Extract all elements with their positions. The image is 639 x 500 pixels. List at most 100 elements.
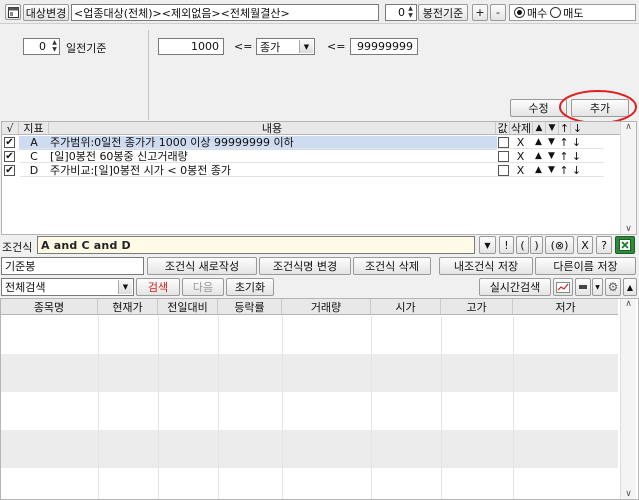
row-delete-button[interactable]: X [509,136,532,149]
row-move-down-button[interactable]: ↓ [570,150,583,163]
window-icon-button[interactable] [5,4,21,20]
column-header[interactable]: 등락률 [218,299,282,314]
row-move-up-button[interactable]: ↑ [558,150,570,163]
table-row[interactable] [1,392,618,411]
table-row[interactable] [1,468,618,487]
row-value-checkbox[interactable] [498,164,509,176]
row-delete-button[interactable]: X [509,164,532,177]
table-row[interactable] [1,335,618,354]
save-condition-button[interactable]: 내조건식 저장 [439,257,533,275]
triangle-up-icon: ▲ [626,282,634,292]
excel-export-button[interactable] [615,236,635,254]
row-checkbox[interactable]: ✔ [4,137,15,148]
row-down-button[interactable]: ▼ [545,165,558,175]
min-price-field[interactable]: 1000 [158,38,224,55]
chart-button[interactable] [553,278,573,296]
header-up: ▲ [533,122,546,134]
row-down-button[interactable]: ▼ [545,137,558,147]
save-as-button[interactable]: 다른이름 저장 [535,257,636,275]
lte-operator-2: <= [327,40,346,53]
header-delete: 삭제 [510,122,533,135]
row-value-checkbox[interactable] [498,150,509,162]
menu-button[interactable] [575,278,591,296]
search-scope-select[interactable]: 전체검색 ▼ [1,278,134,296]
plus-button[interactable]: + [472,4,488,21]
excel-icon [619,239,631,251]
table-row[interactable] [1,487,618,499]
row-down-button[interactable]: ▼ [545,151,558,161]
search-button[interactable]: 검색 [136,278,180,296]
column-header[interactable]: 저가 [513,299,618,314]
formula-clear-button[interactable]: X [577,236,593,254]
spinner-up-icon[interactable]: ▲ [50,39,59,46]
options-dropdown-button[interactable]: ▼ [592,278,603,296]
table-row[interactable] [1,411,618,430]
bong-spinner[interactable]: ▲ ▼ [406,5,415,20]
buy-radio[interactable] [514,7,525,18]
bong-basis-button[interactable]: 봉전기준 [418,4,468,21]
max-price-field[interactable]: 99999999 [350,38,418,55]
target-field[interactable]: <업종대상(전체)><제외없음><전체월결산> [71,4,379,21]
rename-condition-button[interactable]: 조건식명 변경 [259,257,351,275]
table-row[interactable] [1,316,618,335]
table-row[interactable] [1,430,618,449]
formula-remove-paren-button[interactable]: (⊗) [545,236,574,254]
header-move-up: ↑ [559,121,571,135]
formula-input[interactable]: A and C and D [37,236,475,254]
spinner-down-icon[interactable]: ▼ [406,12,415,19]
column-header[interactable]: 고가 [441,299,513,314]
formula-open-paren-button[interactable]: ( [516,236,529,254]
condition-row[interactable]: D 주가비교:[일]0봉전 시가 < 0봉전 종가 X ▲ ▼ ↑ ↓ [20,164,604,177]
row-move-up-button[interactable]: ↑ [558,164,570,177]
chevron-down-icon[interactable]: ▼ [118,280,132,294]
formula-dropdown-button[interactable]: ▼ [479,236,496,254]
row-up-button[interactable]: ▲ [532,151,545,161]
condition-name-field[interactable]: 기준봉 [1,257,144,275]
row-move-down-button[interactable]: ↓ [570,136,583,149]
delete-condition-button[interactable]: 조건식 삭제 [353,257,431,275]
column-header[interactable]: 시가 [371,299,441,314]
column-header[interactable]: 거래량 [282,299,371,314]
chevron-down-icon[interactable]: ▼ [299,40,313,53]
table-row[interactable] [1,449,618,468]
row-delete-button[interactable]: X [509,150,532,163]
radio-dot-icon [517,10,522,15]
scroll-down-icon[interactable]: ∨ [625,224,632,234]
settings-button[interactable]: ⚙ [605,278,621,296]
row-up-button[interactable]: ▲ [532,165,545,175]
table-row[interactable] [1,373,618,392]
spinner-down-icon[interactable]: ▼ [50,46,59,53]
row-move-up-button[interactable]: ↑ [558,136,570,149]
day-spinner[interactable]: ▲ ▼ [50,39,59,54]
scroll-up-icon[interactable]: ∧ [625,122,632,132]
next-button[interactable]: 다음 [182,278,224,296]
gear-icon: ⚙ [607,280,619,294]
sell-radio[interactable] [550,7,562,18]
new-condition-button[interactable]: 조건식 새로작성 [147,257,257,275]
price-type-select[interactable]: 종가 ▼ [256,38,315,55]
column-header[interactable]: 종목명 [1,299,98,314]
row-value-checkbox[interactable] [498,136,509,148]
condition-table-scrollbar[interactable]: ∧ ∨ [620,122,636,234]
collapse-button[interactable]: ▲ [623,278,637,296]
row-move-down-button[interactable]: ↓ [570,164,583,177]
row-checkbox[interactable]: ✔ [4,151,15,162]
minus-button[interactable]: - [490,4,506,21]
formula-close-paren-button[interactable]: ) [530,236,543,254]
target-change-button[interactable]: 대상변경 [23,4,69,21]
max-price-value: 99999999 [357,40,413,53]
formula-help-button[interactable]: ? [596,236,612,254]
results-scrollbar[interactable]: ∧ ∨ [620,299,636,499]
reset-button[interactable]: 초기화 [226,278,274,296]
formula-not-button[interactable]: ! [499,236,514,254]
row-checkbox[interactable]: ✔ [4,165,15,176]
row-up-button[interactable]: ▲ [532,137,545,147]
column-header[interactable]: 전일대비 [158,299,218,314]
formula-label: 조건식 [2,241,33,254]
scroll-down-icon[interactable]: ∨ [625,489,632,499]
spinner-up-icon[interactable]: ▲ [406,5,415,12]
column-header[interactable]: 현재가 [98,299,158,314]
scroll-up-icon[interactable]: ∧ [625,299,632,309]
table-row[interactable] [1,354,618,373]
realtime-search-button[interactable]: 실시간검색 [479,278,551,296]
